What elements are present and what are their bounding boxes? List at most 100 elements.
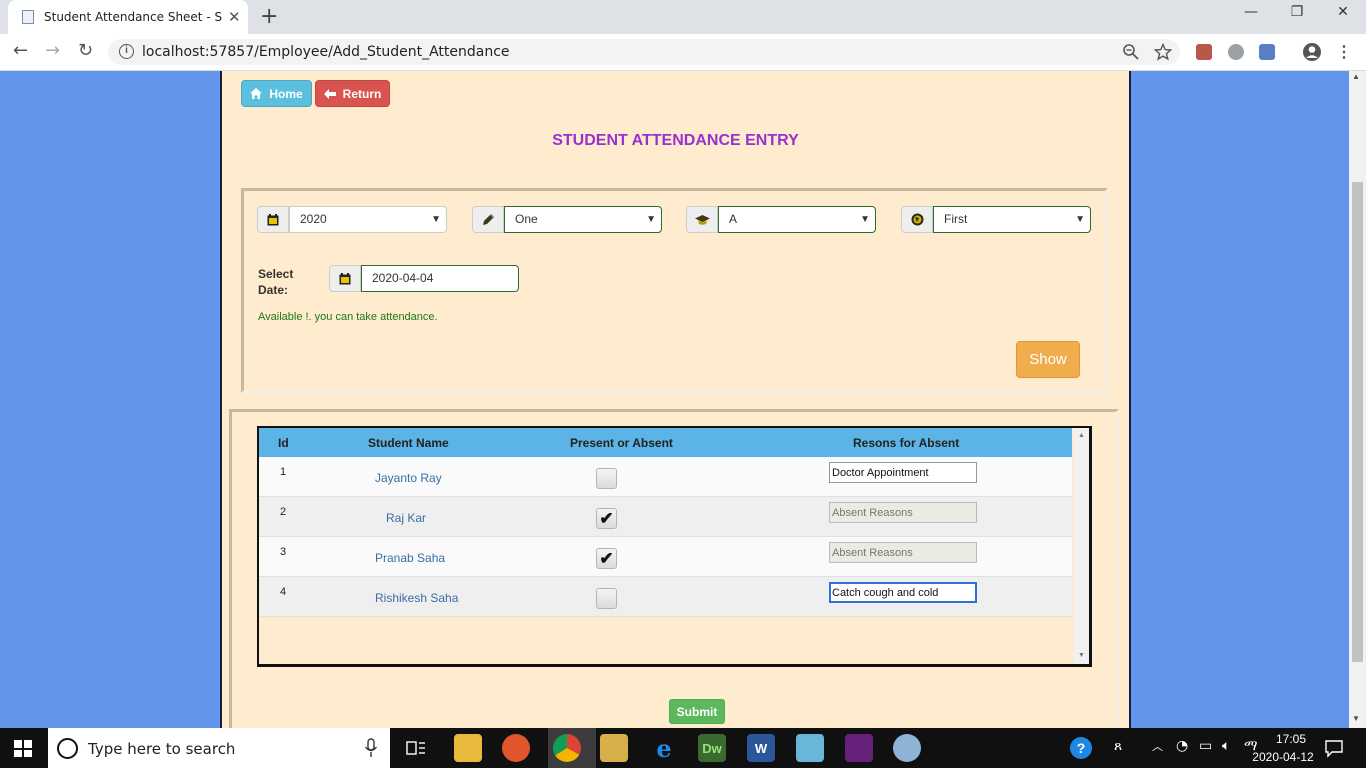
clock-time[interactable]: 17:05 (1263, 732, 1319, 746)
url-text[interactable]: localhost:57857/Employee/Add_Student_Att… (142, 44, 510, 60)
chevron-down-icon: ▼ (1075, 214, 1085, 225)
task-view-icon[interactable] (405, 738, 427, 758)
new-tab-button[interactable]: + (260, 4, 278, 29)
close-window-button[interactable]: ✕ (1320, 4, 1366, 28)
show-button[interactable]: Show (1016, 341, 1080, 378)
notifications-icon[interactable] (1324, 738, 1344, 758)
page-title: STUDENT ATTENDANCE ENTRY (552, 132, 799, 149)
back-button[interactable]: ← (13, 40, 28, 61)
select-date-label-line2: Date: (258, 283, 289, 297)
battery-icon[interactable]: ▭ (1199, 738, 1212, 754)
student-id: 1 (280, 466, 287, 478)
dreamweaver-icon[interactable]: Dw (698, 734, 726, 762)
globe-icon (901, 206, 933, 233)
reload-button[interactable]: ↻ (78, 40, 93, 61)
home-button[interactable]: Home (241, 80, 312, 107)
word-icon[interactable]: W (747, 734, 775, 762)
scroll-down-arrow-icon[interactable]: ▼ (1352, 714, 1360, 723)
student-id: 2 (280, 506, 287, 518)
scroll-up-arrow-icon[interactable]: ▲ (1078, 432, 1085, 439)
return-label: Return (342, 86, 382, 101)
term-value: First (944, 212, 968, 226)
chevron-down-icon: ▼ (431, 214, 441, 225)
availability-message: Available !. you can take attendance. (258, 311, 438, 323)
absent-reason-input[interactable] (829, 462, 977, 483)
submit-button[interactable]: Submit (669, 699, 725, 724)
absent-reason-input[interactable] (829, 582, 977, 603)
student-id: 3 (280, 546, 287, 558)
calendar-icon (257, 206, 289, 233)
search-icon (57, 738, 78, 759)
extension-icon[interactable] (1228, 44, 1244, 60)
help-icon[interactable]: ? (1070, 737, 1092, 759)
volume-icon[interactable]: 🔈︎ (1222, 738, 1230, 754)
pdf-extension-icon[interactable] (1196, 44, 1212, 60)
grid-scrollbar[interactable]: ▲ ▼ (1074, 428, 1089, 664)
table-row: 3 Pranab Saha ✔ (259, 537, 1072, 577)
clock-date[interactable]: 2020-04-12 (1247, 750, 1319, 764)
forward-button[interactable]: → (45, 40, 60, 61)
browser-tab[interactable]: Student Attendance Sheet - SCHOOL ✕ (8, 0, 248, 34)
section-value: A (729, 212, 738, 226)
edge-icon[interactable]: e (650, 734, 678, 763)
home-icon (250, 88, 263, 99)
microphone-icon[interactable] (364, 738, 378, 758)
class-select[interactable]: One ▼ (504, 206, 662, 233)
taskbar-search-placeholder[interactable]: Type here to search (88, 740, 235, 758)
absent-reason-input[interactable] (829, 542, 977, 563)
calendar-icon (329, 265, 361, 292)
present-checkbox[interactable] (596, 588, 617, 609)
select-date-label-line1: Select (258, 267, 294, 281)
table-row: 4 Rishikesh Saha (259, 577, 1072, 617)
bookmark-star-icon[interactable] (1154, 43, 1172, 61)
maximize-button[interactable]: ❐ (1274, 4, 1320, 28)
file-explorer-icon[interactable] (454, 734, 482, 762)
class-value: One (515, 212, 538, 226)
student-id: 4 (280, 586, 287, 598)
minimize-button[interactable]: — (1228, 4, 1274, 28)
firefox-icon[interactable] (502, 734, 530, 762)
present-checkbox[interactable]: ✔ (596, 508, 617, 529)
present-checkbox[interactable]: ✔ (596, 548, 617, 569)
arrow-left-icon (323, 88, 336, 99)
attendance-grid: Id Student Name Present or Absent Resons… (257, 426, 1092, 667)
grid-header: Id Student Name Present or Absent Resons… (259, 428, 1072, 457)
notepad-icon[interactable] (796, 734, 824, 762)
date-value: 2020-04-04 (372, 271, 434, 285)
scroll-down-arrow-icon[interactable]: ▼ (1078, 652, 1085, 659)
return-button[interactable]: Return (315, 80, 390, 107)
select-date-label: Select Date: (258, 266, 293, 298)
tools-icon[interactable] (600, 734, 628, 762)
people-icon[interactable]: ጸ (1114, 738, 1122, 754)
home-label: Home (269, 86, 303, 101)
close-tab-icon[interactable]: ✕ (228, 8, 241, 26)
chevron-down-icon: ▼ (860, 214, 870, 225)
student-name: Rishikesh Saha (375, 591, 459, 605)
info-icon[interactable]: i (119, 44, 134, 59)
section-select[interactable]: A ▼ (718, 206, 876, 233)
present-checkbox[interactable] (596, 468, 617, 489)
page-icon (22, 10, 34, 24)
pencil-icon (472, 206, 504, 233)
graduation-cap-icon (686, 206, 718, 233)
term-select[interactable]: First ▼ (933, 206, 1091, 233)
paint-icon[interactable] (893, 734, 921, 762)
zoom-icon[interactable] (1122, 43, 1140, 61)
chrome-icon[interactable] (553, 734, 581, 762)
header-present-absent: Present or Absent (570, 436, 673, 450)
year-select[interactable]: 2020 ▼ (289, 206, 447, 233)
profile-icon[interactable] (1302, 42, 1322, 62)
absent-reason-input[interactable] (829, 502, 977, 523)
menu-icon[interactable]: ⋮ (1336, 42, 1352, 62)
page-scroll-thumb[interactable] (1352, 182, 1363, 662)
student-name: Jayanto Ray (375, 471, 442, 485)
visual-studio-icon[interactable] (845, 734, 873, 762)
camera-extension-icon[interactable] (1259, 44, 1275, 60)
chevron-up-icon[interactable]: ︿ (1152, 738, 1163, 754)
windows-start-icon[interactable] (14, 740, 32, 757)
tab-title: Student Attendance Sheet - SCHOOL (44, 10, 222, 24)
scroll-up-arrow-icon[interactable]: ▲ (1352, 72, 1360, 81)
date-input[interactable]: 2020-04-04 (361, 265, 519, 292)
chevron-down-icon: ▼ (646, 214, 656, 225)
wifi-icon[interactable]: ◔ (1176, 738, 1188, 754)
